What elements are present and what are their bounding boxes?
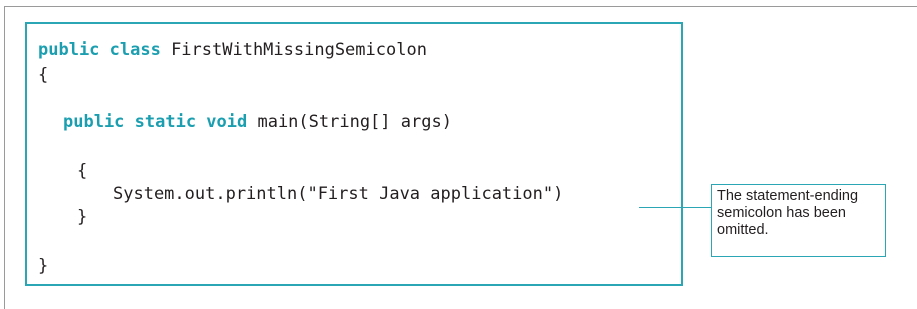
callout-line-1: The statement-ending — [717, 188, 859, 204]
code-line-method-close-brace: } — [77, 207, 88, 227]
code-line-main-declaration: public static void main(String[] args) — [63, 112, 452, 132]
code-line-open-brace: { — [38, 65, 49, 85]
code-line-close-brace: } — [38, 256, 49, 276]
frame-top-rule — [4, 6, 917, 7]
code-line-println-statement: System.out.println("First Java applicati… — [113, 184, 564, 204]
callout-line-2: semicolon has been — [717, 205, 846, 221]
callout-line-3: omitted. — [717, 222, 769, 238]
main-signature: main(String[] args) — [247, 112, 452, 132]
class-name: FirstWithMissingSemicolon — [160, 40, 427, 60]
keyword-public-static-void: public static void — [63, 112, 248, 132]
callout-connector-line — [639, 207, 711, 208]
callout-note: The statement-ending semicolon has been … — [711, 184, 886, 257]
code-line-class-declaration: public class FirstWithMissingSemicolon — [38, 40, 427, 60]
keyword-public-class: public class — [38, 40, 161, 60]
frame-left-rule — [4, 6, 5, 309]
code-line-method-open-brace: { — [77, 161, 88, 181]
code-listing-box: public class FirstWithMissingSemicolon {… — [25, 22, 683, 286]
